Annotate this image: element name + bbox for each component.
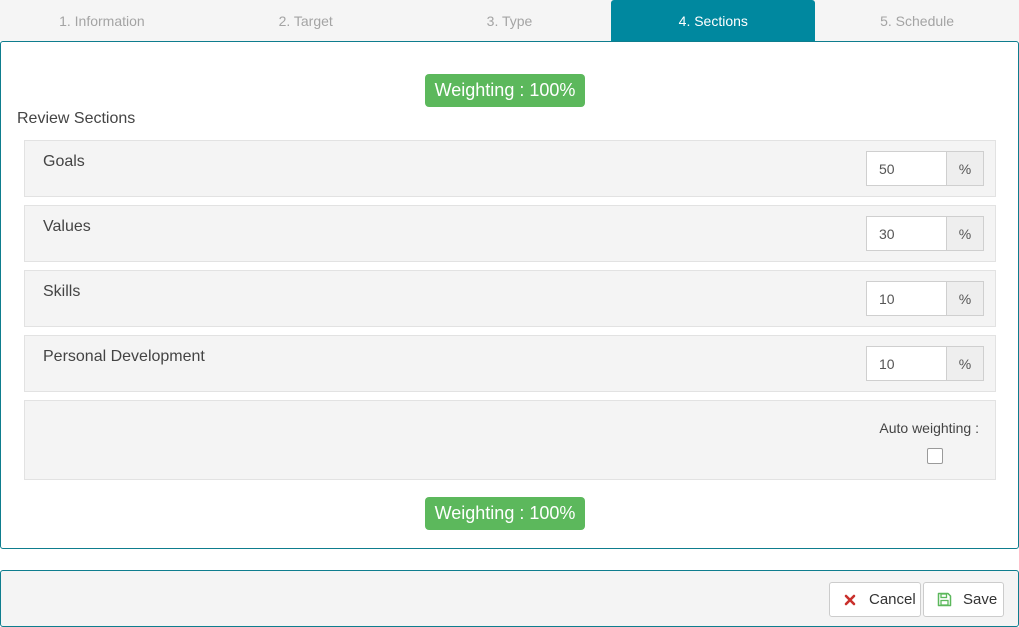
auto-weighting-label: Auto weighting : (879, 420, 979, 436)
tab-type[interactable]: 3. Type (408, 0, 612, 41)
skills-weight-input[interactable] (866, 281, 946, 316)
tab-sections[interactable]: 4. Sections (611, 0, 816, 41)
tab-target[interactable]: 2. Target (204, 0, 408, 41)
save-button[interactable]: Save (923, 582, 1004, 617)
sections-panel: Weighting : 100% Review Sections Goals %… (0, 41, 1019, 549)
section-label: Values (43, 218, 91, 235)
goals-weight-input[interactable] (866, 151, 946, 186)
weight-input-group: % (866, 151, 984, 186)
wizard-tabs: 1. Information 2. Target 3. Type 4. Sect… (0, 0, 1019, 41)
section-label: Goals (43, 153, 85, 170)
section-row-goals: Goals % (24, 140, 996, 197)
auto-weighting-checkbox[interactable] (927, 448, 943, 464)
floppy-disk-icon (936, 592, 952, 608)
section-row-skills: Skills % (24, 270, 996, 327)
percent-addon: % (946, 346, 984, 381)
tab-information[interactable]: 1. Information (0, 0, 204, 41)
tab-schedule[interactable]: 5. Schedule (815, 0, 1019, 41)
section-row-values: Values % (24, 205, 996, 262)
close-icon (842, 592, 858, 608)
weight-input-group: % (866, 346, 984, 381)
percent-addon: % (946, 281, 984, 316)
cancel-button[interactable]: Cancel (829, 582, 921, 617)
section-label: Personal Development (43, 348, 205, 365)
personal-development-weight-input[interactable] (866, 346, 946, 381)
section-label: Skills (43, 283, 81, 300)
review-sections-title: Review Sections (17, 110, 136, 127)
percent-addon: % (946, 151, 984, 186)
weighting-badge-top: Weighting : 100% (425, 74, 585, 107)
auto-weighting-row: Auto weighting : (24, 400, 996, 480)
cancel-label: Cancel (869, 591, 916, 608)
section-row-personal-development: Personal Development % (24, 335, 996, 392)
weight-input-group: % (866, 281, 984, 316)
values-weight-input[interactable] (866, 216, 946, 251)
weighting-badge-bottom: Weighting : 100% (425, 497, 585, 530)
percent-addon: % (946, 216, 984, 251)
save-label: Save (963, 591, 998, 608)
weight-input-group: % (866, 216, 984, 251)
form-footer: Cancel Save (0, 570, 1019, 627)
